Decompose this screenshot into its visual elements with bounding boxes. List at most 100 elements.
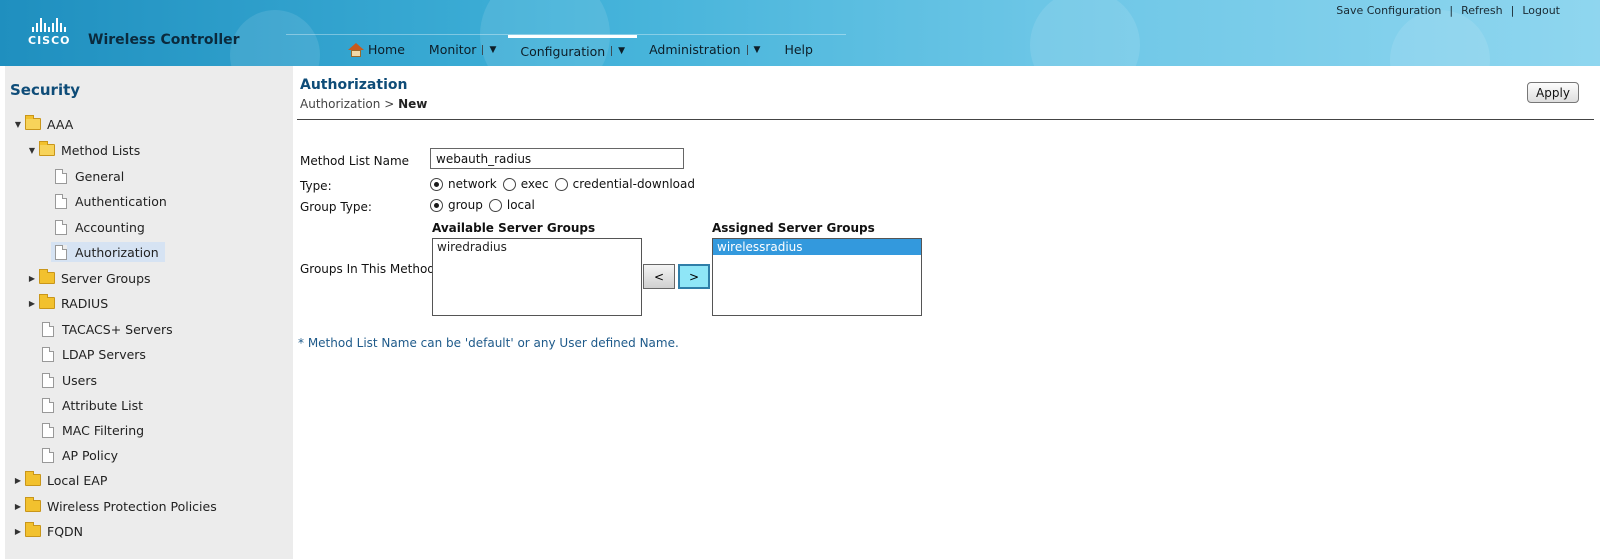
folder-open-icon	[39, 141, 55, 156]
move-left-button[interactable]: <	[643, 264, 675, 289]
sidebar-item-aaa[interactable]: ▼ AAA	[13, 114, 73, 134]
radio-checked-icon[interactable]	[430, 177, 443, 191]
folder-icon	[39, 269, 55, 284]
collapsed-arrow-icon[interactable]: ▶	[27, 299, 37, 308]
cisco-bars-icon	[32, 18, 71, 32]
page-title: Authorization	[300, 77, 408, 93]
cisco-wordmark: CISCO	[28, 34, 71, 47]
sidebar-item-radius[interactable]: ▶ RADIUS	[27, 293, 108, 313]
list-item[interactable]: wiredradius	[433, 239, 641, 255]
radio-unchecked-icon[interactable]	[554, 177, 568, 191]
group-type-option-group[interactable]: group	[430, 198, 483, 212]
expanded-arrow-icon[interactable]: ▼	[27, 146, 37, 155]
type-option-network[interactable]: network	[430, 177, 497, 191]
available-groups-listbox[interactable]: wiredradius	[432, 238, 642, 316]
sidebar-item-label: LDAP Servers	[62, 346, 146, 362]
sidebar-item-mac-filtering[interactable]: MAC Filtering	[42, 420, 144, 440]
nav-monitor[interactable]: Monitor ▼	[417, 35, 508, 65]
radio-unchecked-icon[interactable]	[502, 177, 516, 191]
chevron-down-icon[interactable]: ▼	[746, 44, 760, 55]
collapsed-arrow-icon[interactable]: ▶	[13, 527, 23, 536]
folder-icon	[25, 471, 41, 486]
collapsed-arrow-icon[interactable]: ▶	[27, 274, 37, 283]
sidebar-item-label: MAC Filtering	[62, 422, 145, 438]
group-type-option-local[interactable]: local	[488, 198, 535, 212]
sidebar-item-label: Accounting	[75, 219, 145, 235]
radio-label: exec	[520, 177, 549, 191]
radio-unchecked-icon[interactable]	[488, 198, 502, 212]
sidebar: Security ▼ AAA ▼ Method Lists General Au…	[5, 66, 293, 559]
nav-help[interactable]: Help	[772, 35, 825, 65]
sidebar-item-label: Users	[62, 372, 98, 388]
page-icon	[55, 168, 67, 184]
nav-administration[interactable]: Administration ▼	[637, 35, 772, 65]
method-list-name-input[interactable]	[430, 148, 684, 169]
nav-configuration[interactable]: Configuration ▼	[508, 34, 638, 65]
page-icon	[42, 372, 54, 388]
sidebar-item-fqdn[interactable]: ▶ FQDN	[13, 521, 83, 541]
sidebar-item-accounting[interactable]: Accounting	[55, 217, 145, 237]
breadcrumb-current: New	[398, 97, 428, 111]
cisco-logo: CISCO	[28, 18, 71, 47]
top-links: Save Configuration | Refresh | Logout	[1336, 4, 1560, 17]
sidebar-item-tacacs-servers[interactable]: TACACS+ Servers	[42, 319, 173, 339]
save-configuration-link[interactable]: Save Configuration	[1336, 4, 1441, 17]
sidebar-item-server-groups[interactable]: ▶ Server Groups	[27, 268, 151, 288]
folder-icon	[25, 522, 41, 537]
sidebar-item-label: FQDN	[47, 523, 84, 539]
type-option-exec[interactable]: exec	[502, 177, 549, 191]
radio-label: credential-download	[572, 177, 695, 191]
chevron-down-icon[interactable]: ▼	[611, 46, 625, 56]
list-item[interactable]: wirelessradius	[713, 239, 921, 255]
groups-in-method-label: Groups In This Method	[300, 262, 435, 276]
breadcrumb-parent[interactable]: Authorization >	[300, 97, 394, 111]
sidebar-item-label: AAA	[47, 116, 74, 132]
sidebar-item-attribute-list[interactable]: Attribute List	[42, 395, 143, 415]
expanded-arrow-icon[interactable]: ▼	[13, 120, 23, 129]
type-option-credential-download[interactable]: credential-download	[554, 177, 695, 191]
sidebar-item-users[interactable]: Users	[42, 370, 97, 390]
sidebar-item-ldap-servers[interactable]: LDAP Servers	[42, 344, 146, 364]
move-right-button[interactable]: >	[678, 264, 710, 289]
radio-label: network	[448, 177, 497, 191]
sidebar-item-authentication[interactable]: Authentication	[55, 191, 167, 211]
folder-icon	[39, 294, 55, 309]
divider	[297, 119, 1594, 120]
collapsed-arrow-icon[interactable]: ▶	[13, 476, 23, 485]
link-separator: |	[1449, 4, 1454, 17]
sidebar-item-ap-policy[interactable]: AP Policy	[42, 445, 118, 465]
logout-link[interactable]: Logout	[1522, 4, 1560, 17]
page-icon	[42, 397, 54, 413]
link-separator: |	[1510, 4, 1515, 17]
footnote: * Method List Name can be 'default' or a…	[298, 336, 679, 350]
sidebar-item-label: Server Groups	[61, 270, 151, 286]
sidebar-item-wireless-protection-policies[interactable]: ▶ Wireless Protection Policies	[13, 496, 217, 516]
nav-configuration-label: Configuration	[520, 43, 606, 59]
radio-checked-icon[interactable]	[430, 198, 443, 212]
sidebar-item-general[interactable]: General	[55, 166, 124, 186]
radio-label: local	[506, 198, 535, 212]
sidebar-item-authorization[interactable]: Authorization	[51, 242, 165, 262]
nav-help-label: Help	[784, 42, 813, 57]
available-groups-heading: Available Server Groups	[432, 221, 596, 235]
nav-administration-label: Administration	[649, 42, 741, 57]
page-icon	[55, 193, 67, 209]
sidebar-item-label: Local EAP	[47, 472, 108, 488]
refresh-link[interactable]: Refresh	[1461, 4, 1503, 17]
nav-home-label: Home	[368, 42, 405, 57]
sidebar-item-label: TACACS+ Servers	[62, 321, 173, 337]
page-icon	[42, 447, 54, 463]
product-name: Wireless Controller	[88, 32, 240, 48]
folder-open-icon	[25, 115, 41, 130]
sidebar-item-method-lists[interactable]: ▼ Method Lists	[27, 140, 140, 160]
apply-button[interactable]: Apply	[1527, 82, 1579, 103]
sidebar-item-label: RADIUS	[61, 295, 109, 311]
home-icon	[348, 42, 364, 57]
method-list-name-label: Method List Name	[300, 154, 410, 168]
collapsed-arrow-icon[interactable]: ▶	[13, 502, 23, 511]
chevron-down-icon[interactable]: ▼	[482, 44, 496, 55]
nav-home[interactable]: Home	[286, 35, 417, 65]
assigned-groups-listbox[interactable]: wirelessradius	[712, 238, 922, 316]
sidebar-item-local-eap[interactable]: ▶ Local EAP	[13, 470, 107, 490]
sidebar-item-label: AP Policy	[62, 447, 119, 463]
